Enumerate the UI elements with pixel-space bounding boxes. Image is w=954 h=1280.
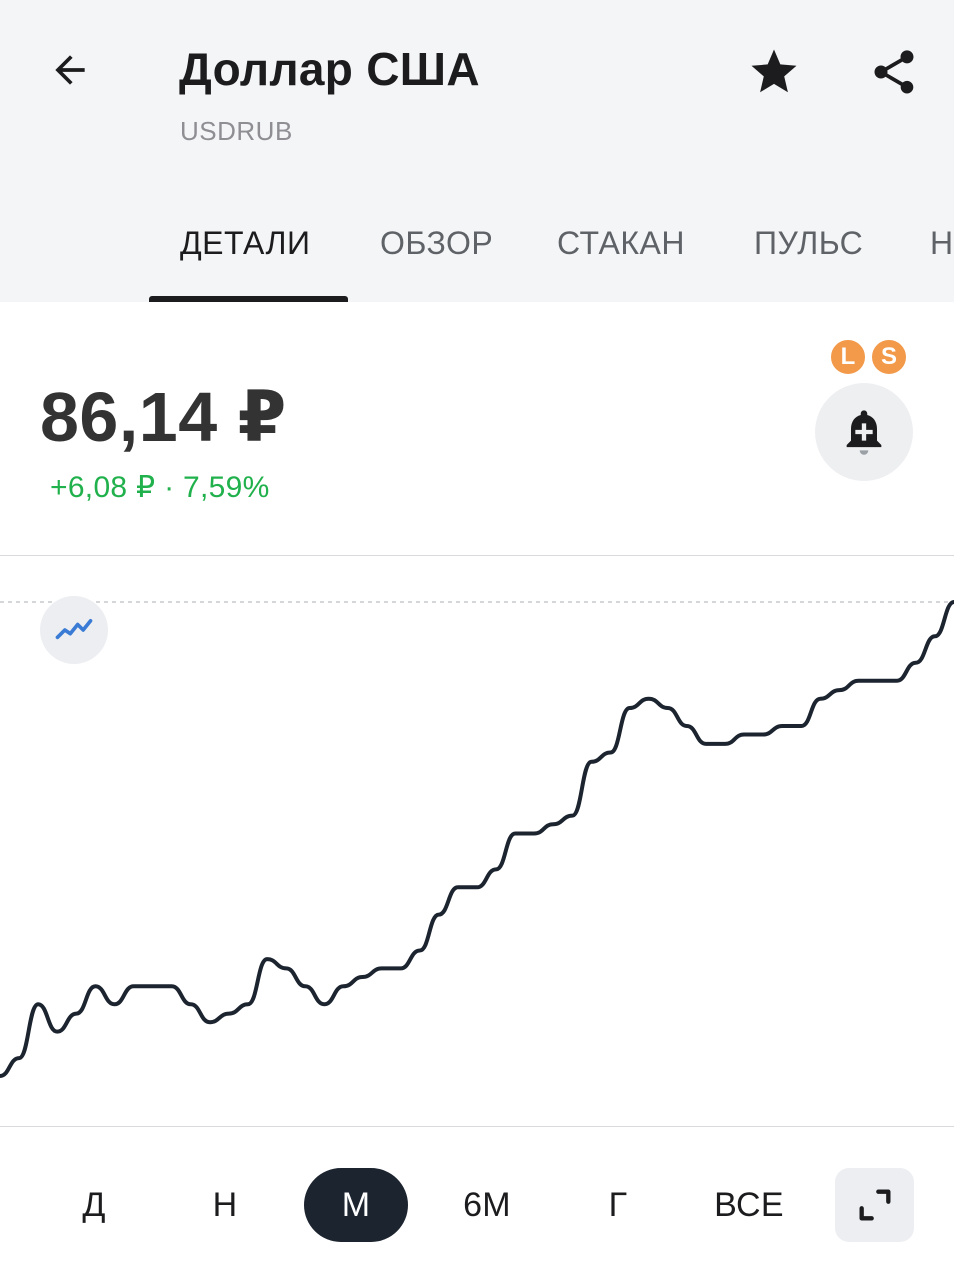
badge-l: L [829,338,867,376]
back-button[interactable] [40,40,100,100]
tab-bar: ДЕТАЛИ ОБЗОР СТАКАН ПУЛЬС Н [0,220,954,302]
period-6-months[interactable]: 6М [435,1168,539,1242]
divider [0,1126,954,1127]
period-all[interactable]: ВСЕ [689,1168,809,1242]
share-icon [874,50,914,94]
line-chart-icon [55,619,93,640]
star-icon [751,49,797,93]
tab-overview[interactable]: ОБЗОР [380,225,493,262]
bell-plus-icon [846,410,882,455]
arrow-left-icon [55,55,85,85]
ticker-label: USDRUB [180,116,293,146]
badge-s: S [870,338,908,376]
page-title: Доллар США [179,43,480,95]
price-alert-button[interactable] [815,383,913,481]
share-button[interactable] [864,42,924,102]
price-line [0,600,954,1078]
period-day[interactable]: Д [42,1168,146,1242]
period-month[interactable]: М [304,1168,408,1242]
price-chart[interactable] [0,556,954,1126]
expand-chart-button[interactable] [835,1168,914,1242]
tab-pulse[interactable]: ПУЛЬС [754,225,863,262]
favorite-button[interactable] [744,42,804,102]
price-change: +6,08 ₽ · 7,59% [50,471,270,504]
chart-type-button[interactable] [40,596,108,664]
active-tab-indicator [149,296,348,302]
app-header: Доллар США USDRUB ДЕТАЛИ ОБЗОР СТАКАН ПУ… [0,0,954,302]
current-price: 86,14 ₽ [40,378,287,456]
expand-icon [859,1189,890,1221]
tab-news[interactable]: Н [930,225,954,262]
tab-details[interactable]: ДЕТАЛИ [180,225,311,262]
period-week[interactable]: Н [173,1168,277,1242]
tab-order-book[interactable]: СТАКАН [557,225,685,262]
period-year[interactable]: Г [566,1168,670,1242]
